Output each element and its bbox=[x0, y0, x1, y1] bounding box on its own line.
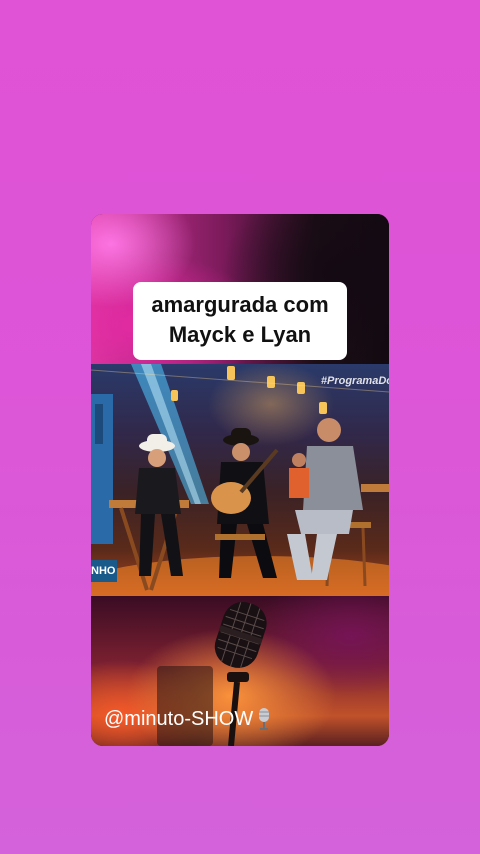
video-banner-text: NHO bbox=[91, 565, 116, 577]
video-frame[interactable]: NHO #ProgramaDo bbox=[91, 364, 389, 596]
microphone-icon bbox=[256, 707, 272, 731]
caption-line-2: Mayck e Lyan bbox=[168, 322, 312, 347]
video-card[interactable]: amargurada com Mayck e Lyan NHO #Program… bbox=[91, 214, 389, 746]
bottom-microphone-panel: @minuto-SHOW bbox=[91, 596, 389, 746]
top-stage-light-panel: amargurada com Mayck e Lyan bbox=[91, 214, 389, 364]
handle-text: @minuto-SHOW bbox=[104, 707, 254, 730]
program-hashtag: #ProgramaDo bbox=[320, 375, 389, 387]
caption-box: amargurada com Mayck e Lyan bbox=[133, 282, 347, 360]
stage-scene bbox=[91, 364, 389, 596]
channel-handle: @minuto-SHOW bbox=[104, 707, 272, 731]
caption-line-1: amargurada com bbox=[151, 292, 329, 317]
